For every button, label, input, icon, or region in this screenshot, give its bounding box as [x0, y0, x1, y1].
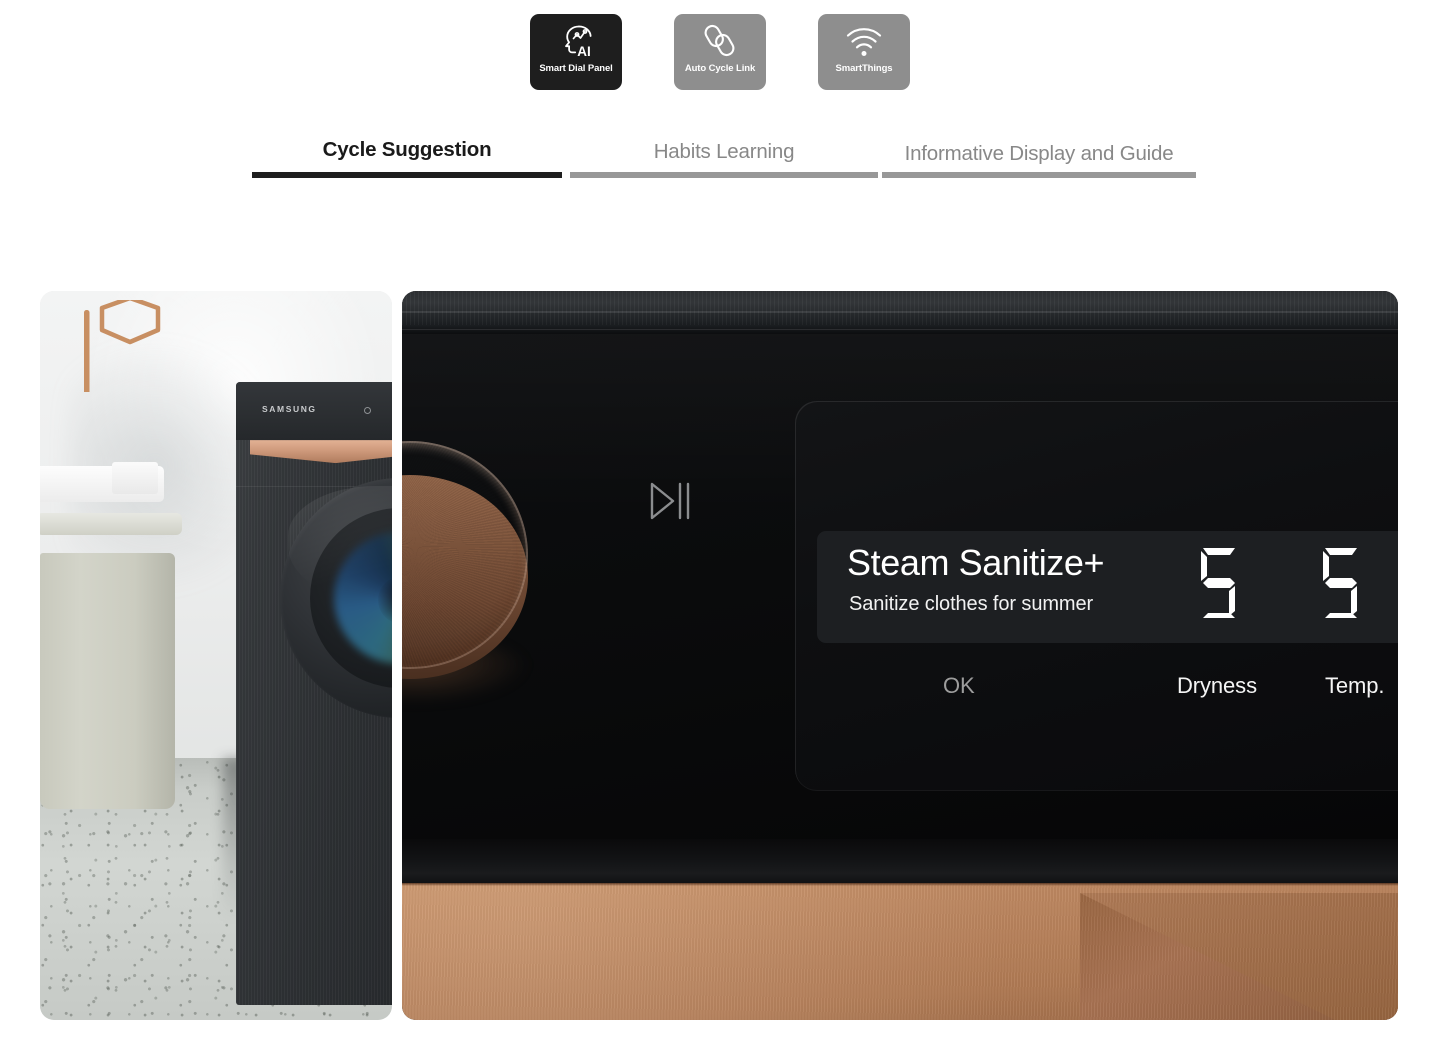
cycle-description: Sanitize clothes for summer — [849, 593, 1094, 615]
seven-segment-display — [1197, 545, 1363, 623]
svg-text:AI: AI — [577, 44, 591, 59]
badge-auto-cycle-link[interactable]: Auto Cycle Link — [674, 14, 766, 90]
tab-informative-display-and-guide[interactable]: Informative Display and Guide — [882, 142, 1196, 178]
soft-key-ok[interactable]: OK — [943, 673, 975, 699]
play-pause-icon[interactable] — [638, 472, 696, 530]
cycle-name: Steam Sanitize+ — [847, 542, 1105, 583]
feature-tabs: Cycle Suggestion Habits Learning Informa… — [252, 138, 1198, 178]
laundry-hamper — [40, 553, 175, 809]
tab-habits-learning[interactable]: Habits Learning — [570, 140, 878, 178]
seven-segment-digit-1 — [1197, 545, 1241, 623]
tab-label: Cycle Suggestion — [322, 138, 492, 161]
soft-key-row: OK Dryness Temp. — [817, 673, 1398, 715]
panel-top-rail-texture — [402, 291, 1398, 325]
soft-key-dryness[interactable]: Dryness — [1177, 673, 1257, 699]
panel-lower-shadow — [402, 839, 1398, 887]
hamper-lid — [40, 513, 182, 536]
cycle-card[interactable]: Steam Sanitize+ Sanitize clothes for sum… — [817, 531, 1398, 643]
panel-top-lip — [402, 325, 1398, 334]
washer-unit: SAMSUNG — [236, 382, 392, 1006]
tab-label: Informative Display and Guide — [904, 142, 1174, 165]
tab-underline — [882, 172, 1196, 178]
ai-head-icon: AI — [550, 21, 602, 61]
copper-handle-strip — [402, 883, 1398, 1020]
samsung-logo: SAMSUNG — [262, 404, 317, 415]
badge-label: Smart Dial Panel — [539, 63, 613, 74]
badge-smart-dial-panel[interactable]: AI Smart Dial Panel — [530, 14, 622, 90]
tab-cycle-suggestion[interactable]: Cycle Suggestion — [252, 138, 562, 178]
badge-label: Auto Cycle Link — [684, 63, 756, 74]
tab-underline-active — [252, 172, 562, 178]
soft-key-temp[interactable]: Temp. — [1325, 673, 1385, 699]
tab-label: Habits Learning — [653, 140, 795, 163]
wifi-icon — [838, 21, 890, 61]
badge-label: SmartThings — [835, 63, 893, 74]
detergent-box — [112, 462, 158, 495]
copper-rack-icon — [82, 299, 177, 392]
display-module: Steam Sanitize+ Sanitize clothes for sum… — [795, 401, 1398, 791]
feature-badges: AI Smart Dial Panel Auto Cycle Link Smar… — [0, 14, 1440, 90]
chain-link-icon — [694, 21, 746, 61]
seven-segment-digit-2 — [1319, 545, 1363, 623]
tab-underline — [570, 172, 878, 178]
laundry-room-photo: SAMSUNG — [40, 291, 392, 1020]
media-row: SAMSUNG Steam Sanitize+ Sanitize clothes… — [0, 291, 1440, 1020]
smart-dial-panel-photo: Steam Sanitize+ Sanitize clothes for sum… — [402, 291, 1398, 1020]
copper-edge-highlight — [402, 883, 1398, 886]
dial-rim — [402, 441, 528, 669]
badge-smartthings[interactable]: SmartThings — [818, 14, 910, 90]
copper-grain-texture — [402, 883, 1398, 1020]
smart-dial[interactable] — [402, 441, 540, 703]
